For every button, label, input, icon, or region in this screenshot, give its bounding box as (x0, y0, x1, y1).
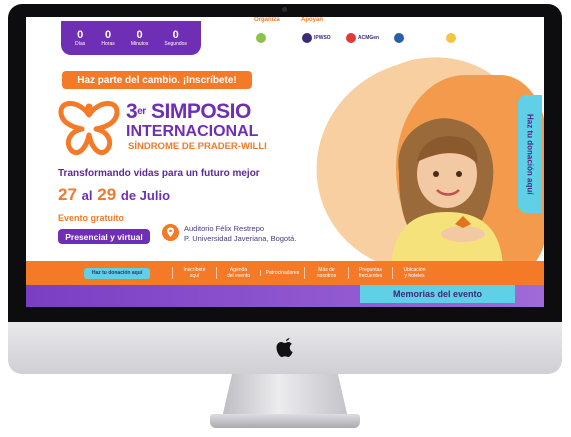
butterfly-logo-icon (58, 101, 120, 155)
girl-with-butterfly-photo (391, 118, 503, 267)
event-title-line2: INTERNACIONAL (126, 123, 259, 140)
date-end: 29 (97, 185, 117, 204)
title-word: SIMPOSIO (150, 100, 251, 123)
memories-button[interactable]: Memorias del evento (360, 285, 515, 303)
nav-item-sponsors[interactable]: Patrocinadores (260, 270, 304, 276)
countdown-label: Horas (101, 40, 115, 47)
sponsor-logo-ipwso[interactable]: IPWSO (302, 31, 331, 45)
website-screen: 0 Días 0 Horas 0 Minutos 0 Segundos Orga… (26, 17, 544, 307)
date-start: 27 (58, 185, 77, 204)
location-pin-icon (162, 224, 179, 241)
sponsor-name: IPWSO (314, 35, 331, 41)
nav-label: nosotros (316, 273, 337, 279)
nav-item-about[interactable]: Más de nosotros (304, 267, 348, 279)
title-ordinal: 3 (126, 100, 138, 123)
venue-address: Auditorio Félix Restrepo P. Universidad … (184, 224, 296, 244)
countdown-value: 0 (172, 28, 179, 41)
countdown-days: 0 Días (75, 29, 85, 48)
event-title-line1: 3er SIMPOSIO (126, 101, 251, 123)
nav-item-register[interactable]: Inscríbete aquí (172, 267, 216, 279)
sponsor-logo-icon (446, 33, 456, 43)
sponsor-logo-acmgen[interactable]: ACMGen (346, 31, 379, 45)
event-mode-badge: Presencial y virtual (58, 229, 150, 244)
nav-item-agenda[interactable]: Agenda del evento (216, 267, 260, 279)
nav-label: aquí (189, 273, 200, 279)
nav-item-location[interactable]: Ubicación y hoteles (392, 267, 436, 279)
register-cta-banner[interactable]: Haz parte del cambio. ¡Inscríbete! (62, 71, 252, 89)
date-connector: al (81, 188, 93, 203)
main-navigation: Haz tu donación aquí Inscríbete aquí Agen… (26, 261, 544, 285)
organizer-logo-icon (256, 33, 266, 43)
sponsor-name: ACMGen (358, 35, 380, 41)
ipwso-logo-icon (302, 33, 312, 43)
nav-donate-button[interactable]: Haz tu donación aquí (84, 267, 150, 279)
nav-item-faq[interactable]: Preguntas frecuentes (348, 267, 392, 279)
event-subtitle: SÍNDROME DE PRADER-WILLI (128, 141, 267, 152)
date-month: de Julio (120, 188, 171, 203)
countdown-value: 0 (136, 28, 143, 41)
title-ordinal-suffix: er (137, 106, 146, 117)
countdown-seconds: 0 Segundos (164, 29, 187, 48)
countdown-hours: 0 Horas (101, 29, 114, 48)
nav-label: y hoteles (404, 273, 425, 279)
imac-mockup: 0 Días 0 Horas 0 Minutos 0 Segundos Orga… (0, 0, 571, 437)
venue-name: Auditorio Félix Restrepo (184, 224, 265, 233)
acmgen-logo-icon (346, 33, 356, 43)
venue-location: P. Universidad Javeriana, Bogotá. (184, 234, 297, 243)
countdown-label: Segundos (164, 40, 187, 47)
camera-dot (282, 7, 287, 12)
event-tagline: Transformando vidas para un futuro mejor (58, 168, 260, 179)
free-event-label: Evento gratuito (58, 213, 125, 223)
monitor-stand-base (210, 414, 360, 428)
nav-label: del evento (226, 273, 251, 279)
sponsor-logo-organizer[interactable] (256, 31, 266, 45)
apoyan-label: Apoyan (301, 17, 324, 23)
sponsor-logo-other[interactable] (446, 31, 456, 45)
sponsor-logo-university[interactable] (394, 31, 404, 45)
countdown-label: Días (75, 40, 86, 47)
countdown-label: Minutos (130, 40, 149, 47)
donate-tab-label: Haz tu donación aquí (525, 113, 535, 195)
donate-side-tab[interactable]: Haz tu donación aquí (518, 95, 542, 213)
nav-label: Patrocinadores (265, 270, 300, 276)
nav-label: frecuentes (358, 273, 383, 279)
apple-logo-icon (276, 338, 293, 357)
countdown-timer: 0 Días 0 Horas 0 Minutos 0 Segundos (61, 21, 201, 55)
countdown-minutes: 0 Minutos (131, 29, 149, 48)
monitor-stand-neck (222, 374, 348, 418)
university-logo-icon (394, 33, 404, 43)
organiza-label: Organiza (254, 17, 280, 23)
event-dates: 27 al 29 de Julio (58, 185, 170, 205)
countdown-value: 0 (77, 28, 84, 41)
countdown-value: 0 (105, 28, 112, 41)
